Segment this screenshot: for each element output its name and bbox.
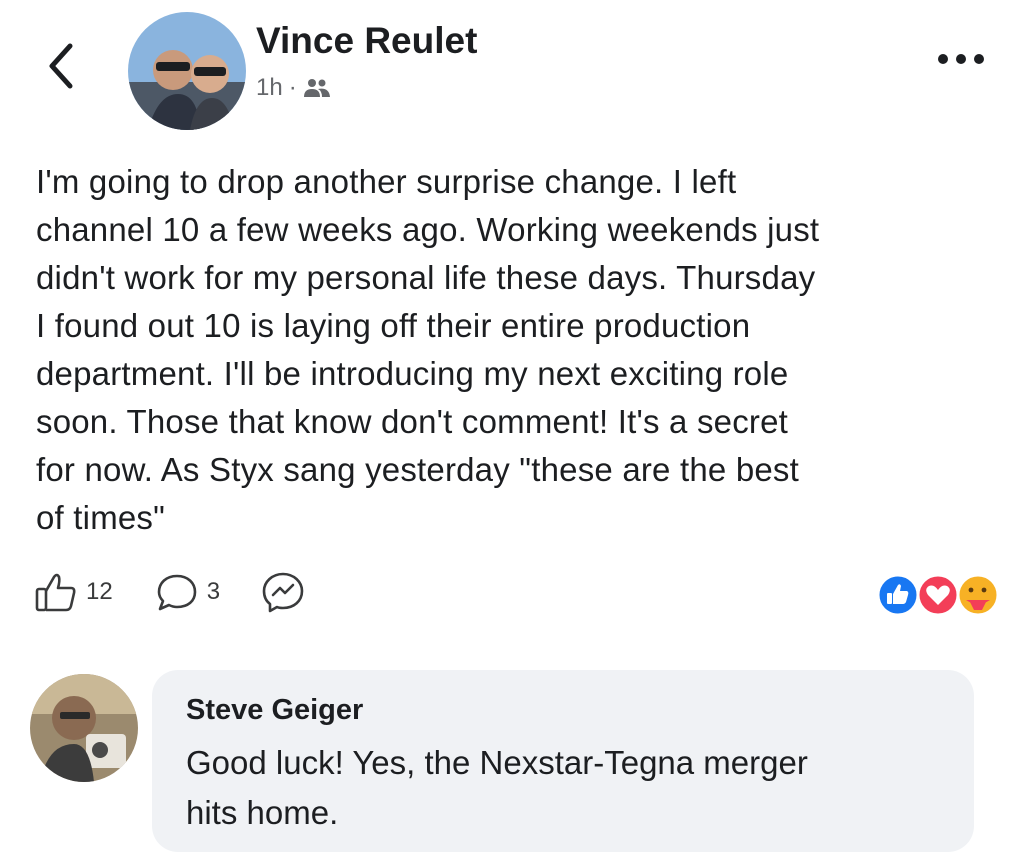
- comment-author-name[interactable]: Steve Geiger: [186, 694, 363, 727]
- post-body-line: for now. As Styx sang yesterday "these a…: [36, 451, 799, 488]
- post-author-name[interactable]: Vince Reulet: [256, 20, 477, 62]
- like-reaction-icon: [876, 573, 920, 617]
- post-body: I'm going to drop another surprise chang…: [36, 158, 1006, 542]
- friends-icon: [303, 79, 330, 97]
- comment-bubble-icon: [157, 574, 197, 611]
- meta-separator: ·: [288, 74, 297, 101]
- post-body-line: didn't work for my personal life these d…: [36, 259, 816, 296]
- commenter-avatar[interactable]: [30, 674, 138, 782]
- care-reaction-icon: [956, 573, 1000, 617]
- thumbs-up-icon: [35, 573, 76, 612]
- comment-text-line: Good luck! Yes, the Nexstar-Tegna merger: [186, 744, 808, 781]
- post-body-line: channel 10 a few weeks ago. Working week…: [36, 211, 820, 248]
- post-time[interactable]: 1h: [256, 74, 283, 102]
- more-options-button[interactable]: [938, 44, 998, 74]
- post-action-bar: 12 3: [34, 570, 306, 614]
- post-meta: 1h ·: [256, 74, 331, 102]
- comment-text-line: hits home.: [186, 794, 339, 831]
- post-body-line: soon. Those that know don't comment! It'…: [36, 403, 789, 440]
- comment-button[interactable]: 3: [155, 571, 220, 613]
- love-reaction-icon: [916, 573, 960, 617]
- post-body-line: department. I'll be introducing my next …: [36, 355, 789, 392]
- share-messenger-button[interactable]: [260, 570, 306, 614]
- reactions-summary[interactable]: [874, 572, 1004, 618]
- comment-text: Good luck! Yes, the Nexstar-Tegna merger…: [186, 738, 808, 838]
- like-count: 12: [86, 578, 113, 605]
- post-body-line: I'm going to drop another surprise chang…: [36, 163, 737, 200]
- post-body-line: I found out 10 is laying off their entir…: [36, 307, 751, 344]
- back-button[interactable]: [38, 38, 88, 94]
- chevron-left-icon: [49, 43, 73, 89]
- comment-count: 3: [206, 578, 221, 605]
- more-horizontal-icon: [938, 54, 948, 64]
- post-body-line: of times": [36, 499, 166, 536]
- author-avatar[interactable]: [128, 12, 246, 130]
- messenger-icon: [262, 572, 304, 613]
- like-button[interactable]: 12: [34, 571, 113, 613]
